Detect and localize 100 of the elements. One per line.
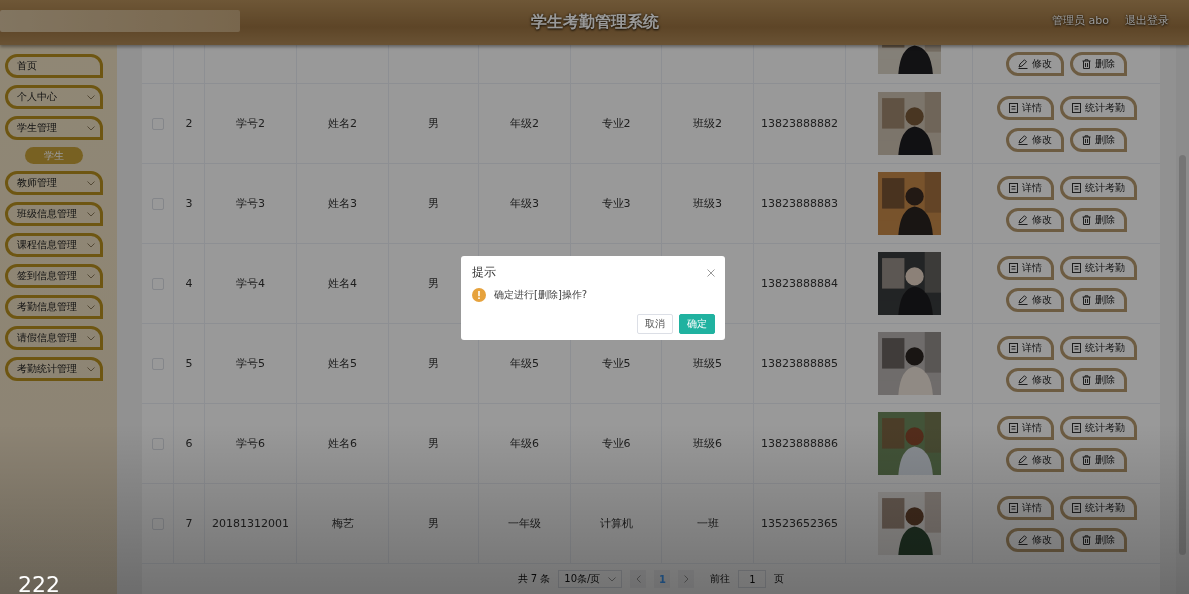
action-button[interactable]: 统计考勤: [1059, 495, 1137, 520]
menu-item[interactable]: 课程信息管理: [5, 233, 103, 257]
table-cell: 男: [428, 516, 439, 531]
table-cell: 学号6: [236, 436, 265, 451]
action-button[interactable]: 统计考勤: [1059, 335, 1137, 360]
table-cell: 6: [185, 437, 193, 450]
table-cell: 学号2: [236, 116, 265, 131]
table-cell: 一班: [696, 516, 719, 531]
table-cell: 班级3: [693, 196, 722, 211]
action-button[interactable]: 详情: [996, 175, 1054, 200]
chevron-down-icon: [87, 273, 95, 279]
chevron-right-icon: [683, 575, 689, 583]
action-button[interactable]: 修改: [1006, 52, 1064, 76]
table-cell: 2: [185, 117, 193, 130]
action-button[interactable]: 统计考勤: [1059, 255, 1137, 280]
trash-icon: [1082, 134, 1091, 145]
table-cell: 专业6: [601, 436, 631, 451]
table-cell: 13523652365: [761, 517, 838, 530]
menu-item[interactable]: 考勤信息管理: [5, 295, 103, 319]
table-cell: 姓名6: [328, 436, 357, 451]
page-input[interactable]: 1: [738, 570, 767, 588]
page-suffix: 页: [774, 572, 785, 586]
menu-item[interactable]: 首页: [5, 54, 103, 78]
table-cell: 班级5: [693, 356, 722, 371]
action-button[interactable]: 统计考勤: [1059, 175, 1137, 200]
chevron-down-icon: [87, 242, 95, 248]
pencil-icon: [1018, 134, 1028, 145]
document-icon: [1008, 342, 1018, 353]
scrollbar[interactable]: [1176, 45, 1189, 594]
action-button[interactable]: 删除: [1070, 527, 1127, 552]
goto-label: 前往: [710, 572, 731, 586]
action-button[interactable]: 修改: [1006, 127, 1064, 152]
table-cell: 4: [185, 277, 193, 290]
app-title: 学生考勤管理系统: [530, 12, 659, 33]
document-icon: [1008, 502, 1018, 513]
action-button[interactable]: 详情: [996, 335, 1054, 360]
trash-icon: [1082, 214, 1091, 225]
menu-item[interactable]: 考勤统计管理: [5, 357, 103, 381]
action-button[interactable]: 统计考勤: [1059, 415, 1137, 440]
action-button[interactable]: 删除: [1070, 207, 1127, 232]
chevron-down-icon: [87, 304, 95, 310]
table-cell: 男: [428, 356, 439, 371]
action-button[interactable]: 修改: [1006, 447, 1064, 472]
table-cell: 姓名4: [328, 276, 357, 291]
menu-item[interactable]: 教师管理: [5, 171, 103, 195]
action-button[interactable]: 修改: [1006, 527, 1064, 552]
chevron-down-icon: [87, 335, 95, 341]
chevron-down-icon: [87, 125, 95, 131]
action-button[interactable]: 详情: [996, 255, 1054, 280]
action-button[interactable]: 详情: [996, 495, 1054, 520]
page-size-select[interactable]: 10条/页: [558, 570, 623, 588]
table-cell: 学号3: [236, 196, 265, 211]
document-icon: [1071, 422, 1081, 433]
table-cell: 年级2: [510, 116, 539, 131]
document-icon: [1008, 182, 1018, 193]
trash-icon: [1082, 294, 1091, 305]
action-button[interactable]: 删除: [1070, 447, 1127, 472]
corner-text: 222: [18, 574, 60, 594]
action-button[interactable]: 详情: [996, 95, 1054, 120]
table-cell: 13823888886: [761, 437, 838, 450]
user-label: 管理员 abo: [1052, 12, 1109, 28]
next-page-button[interactable]: [678, 570, 695, 588]
table-cell: 计算机: [599, 516, 633, 531]
document-icon: [1071, 342, 1081, 353]
action-button[interactable]: 修改: [1006, 287, 1064, 312]
chevron-down-icon: [87, 211, 95, 217]
action-button[interactable]: 详情: [996, 415, 1054, 440]
table-cell: 专业5: [601, 356, 631, 371]
pencil-icon: [1018, 59, 1028, 69]
chevron-left-icon: [635, 575, 641, 583]
menu-item[interactable]: 签到信息管理: [5, 264, 103, 288]
action-button[interactable]: 删除: [1070, 52, 1127, 76]
table-cell: 班级6: [693, 436, 722, 451]
table-cell: 年级6: [510, 436, 539, 451]
action-button[interactable]: 删除: [1070, 127, 1127, 152]
table-cell: 13823888882: [761, 117, 838, 130]
table-cell: 年级5: [510, 356, 539, 371]
menu-item[interactable]: 学生管理: [5, 116, 103, 140]
table-cell: 13823888883: [761, 197, 838, 210]
cancel-button[interactable]: 取消: [637, 314, 673, 334]
menu-item[interactable]: 班级信息管理: [5, 202, 103, 226]
action-button[interactable]: 修改: [1006, 207, 1064, 232]
row-checkbox[interactable]: [151, 437, 164, 450]
warning-icon: [472, 288, 486, 302]
table-cell: 3: [185, 197, 193, 210]
pencil-icon: [1018, 534, 1028, 545]
table-cell: 男: [428, 436, 439, 451]
action-button[interactable]: 删除: [1070, 367, 1127, 392]
table-cell: 学号5: [236, 356, 265, 371]
previous-page-button[interactable]: [630, 570, 647, 588]
total-count: 共 7 条: [517, 572, 551, 586]
action-button[interactable]: 删除: [1070, 287, 1127, 312]
table-cell: 13823888885: [761, 357, 838, 370]
action-button[interactable]: 修改: [1006, 367, 1064, 392]
pencil-icon: [1018, 374, 1028, 385]
table-cell: 班级2: [693, 116, 722, 131]
menu-item[interactable]: 个人中心: [5, 85, 103, 109]
close-icon[interactable]: [707, 268, 715, 277]
action-button[interactable]: 统计考勤: [1059, 95, 1137, 120]
menu-item[interactable]: 请假信息管理: [5, 326, 103, 350]
